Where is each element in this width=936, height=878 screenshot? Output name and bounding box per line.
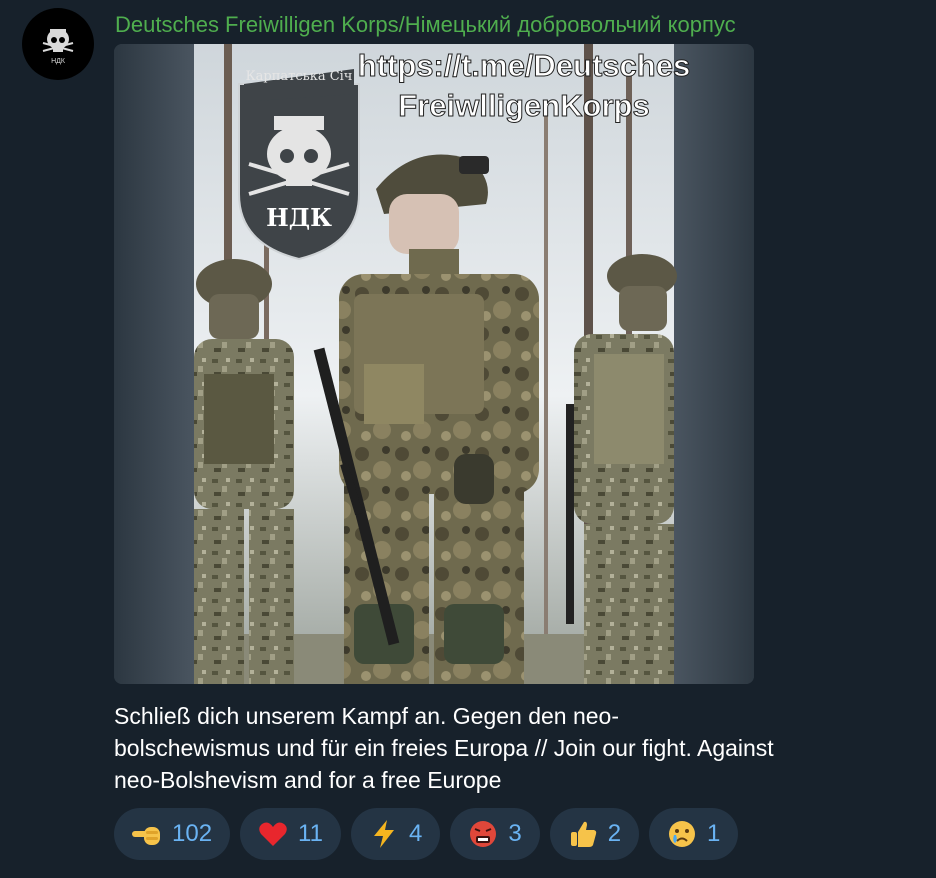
reaction-count: 11 (298, 820, 323, 847)
reaction-count: 102 (172, 820, 213, 847)
reaction-count: 3 (508, 820, 522, 847)
crying-face-icon (665, 817, 699, 851)
patch-top-text: Карпатська Січ (246, 69, 353, 84)
reaction-thumbs-up[interactable]: 2 (549, 808, 640, 860)
photo-image: Карпатська Січ НДК https://t.me/Deutsche… (114, 44, 754, 684)
heart-icon (256, 817, 290, 851)
skull-logo-icon: НДК (42, 29, 74, 65)
reaction-heart[interactable]: 11 (240, 808, 341, 860)
reaction-count: 2 (607, 820, 622, 847)
message-text: Schließ dich unserem Kampf an. Gegen den… (114, 703, 774, 793)
avatar-text: НДК (51, 58, 66, 65)
reaction-lightning[interactable]: 4 (350, 808, 441, 860)
reactions-bar: 102 11 4 3 2 1 (114, 808, 739, 860)
reaction-count: 4 (408, 820, 423, 847)
lightning-icon (367, 817, 401, 851)
reaction-count: 1 (707, 820, 721, 847)
angry-face-icon (466, 817, 500, 851)
thumbs-up-icon (566, 817, 600, 851)
post-photo[interactable]: Карпатська Січ НДК https://t.me/Deutsche… (114, 44, 754, 684)
patch-bottom-text: НДК (266, 203, 332, 232)
channel-avatar[interactable]: НДК (22, 8, 94, 80)
channel-name[interactable]: Deutsches Freiwilligen Korps/Німецький д… (115, 12, 736, 38)
reaction-crying-face[interactable]: 1 (649, 808, 739, 860)
overlay-url-line2: FreiwlligenKorps (398, 88, 649, 123)
pointing-hand-icon (130, 817, 164, 851)
reaction-pointing-hand[interactable]: 102 (114, 808, 231, 860)
overlay-url-line1: https://t.me/Deutsches (358, 48, 690, 83)
reaction-angry-face[interactable]: 3 (450, 808, 540, 860)
